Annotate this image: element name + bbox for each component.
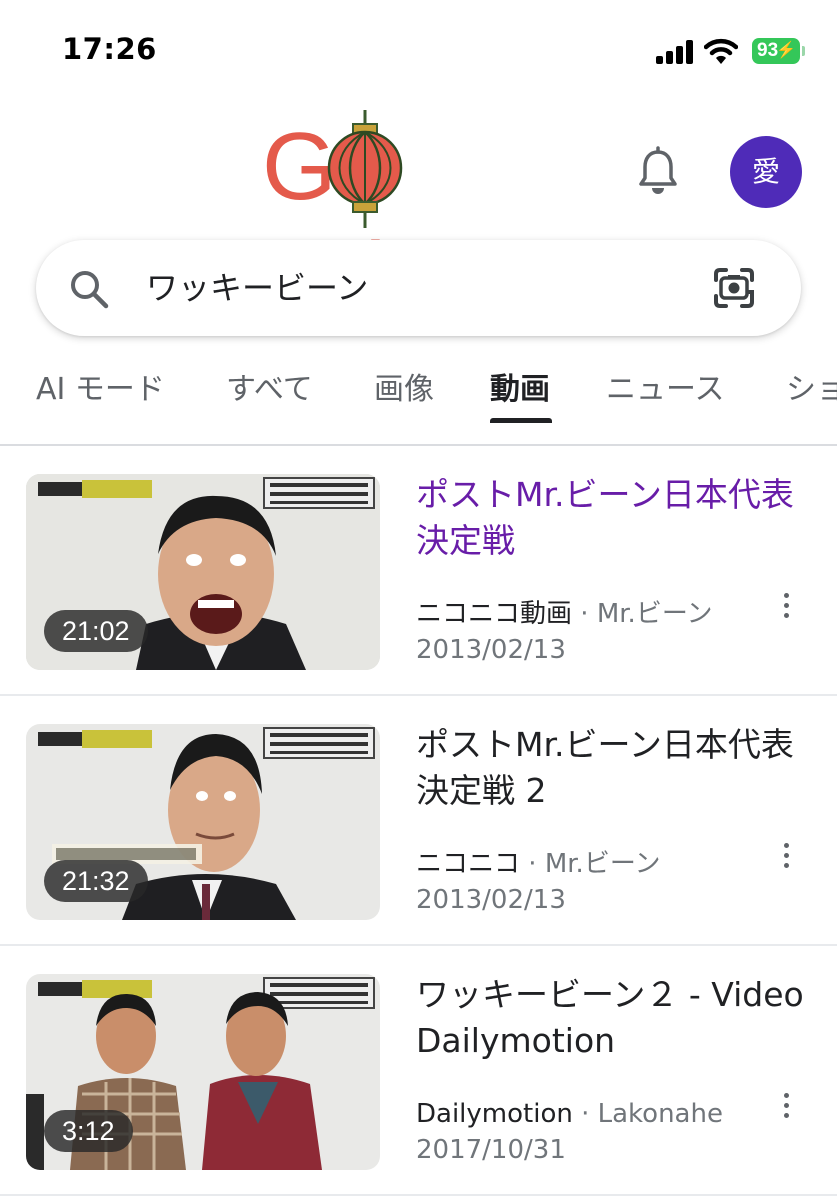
result-author: Mr.ビーン <box>596 599 713 629</box>
tab-images[interactable]: 画像 <box>374 370 434 410</box>
result-source: ニコニコ動画 <box>416 599 573 629</box>
tab-news[interactable]: ニュース <box>606 370 725 410</box>
notifications-bell-icon[interactable] <box>636 146 680 196</box>
battery-level: 93 <box>757 40 779 61</box>
result-meta: Dailymotion · Lakonahe 2017/10/31 <box>416 1099 723 1165</box>
wifi-icon <box>704 38 738 64</box>
more-options-icon[interactable] <box>778 840 794 872</box>
cellular-signal-icon <box>656 40 696 64</box>
video-thumbnail[interactable]: 3:12 <box>26 974 380 1170</box>
result-title[interactable]: ポストMr.ビーン日本代表決定戦 <box>416 472 806 564</box>
status-bar: 17:26 93 ⚡ <box>0 0 837 100</box>
account-avatar[interactable]: 愛 <box>730 136 802 208</box>
video-result[interactable]: 21:32 ポストMr.ビーン日本代表決定戦 2 ニコニコ · Mr.ビーン 2… <box>0 696 837 946</box>
tab-videos[interactable]: 動画 <box>490 370 550 410</box>
google-doodle-logo[interactable]: Gogle <box>262 110 582 330</box>
video-thumbnail[interactable]: 21:32 <box>26 724 380 920</box>
result-title[interactable]: ワッキービーン２ - Video Dailymotion <box>416 972 806 1064</box>
video-duration: 3:12 <box>44 1110 133 1152</box>
tab-ai-mode[interactable]: AI モード <box>36 370 165 410</box>
result-author: Mr.ビーン <box>544 849 661 879</box>
more-options-icon[interactable] <box>778 1090 794 1122</box>
search-tabs: AI モード すべて 画像 動画 ニュース ショ <box>0 360 837 446</box>
tab-shopping[interactable]: ショ <box>786 370 837 410</box>
result-date: 2013/02/13 <box>416 635 566 665</box>
tab-all[interactable]: すべて <box>226 370 313 410</box>
result-date: 2017/10/31 <box>416 1135 566 1165</box>
result-title[interactable]: ポストMr.ビーン日本代表決定戦 2 <box>416 722 806 814</box>
result-source: Dailymotion <box>416 1099 573 1129</box>
video-thumbnail[interactable]: 21:02 <box>26 474 380 670</box>
status-time: 17:26 <box>62 32 157 66</box>
result-source: ニコニコ <box>416 849 521 879</box>
search-icon[interactable] <box>68 268 110 310</box>
google-lens-icon[interactable] <box>712 266 756 310</box>
search-bar[interactable]: ワッキービーン <box>36 240 801 336</box>
video-result[interactable]: 21:02 ポストMr.ビーン日本代表決定戦 ニコニコ動画 · Mr.ビーン 2… <box>0 446 837 696</box>
video-duration: 21:02 <box>44 610 148 652</box>
battery-indicator: 93 ⚡ <box>752 38 805 64</box>
search-input[interactable]: ワッキービーン <box>146 268 368 308</box>
result-meta: ニコニコ動画 · Mr.ビーン 2013/02/13 <box>416 599 713 665</box>
video-duration: 21:32 <box>44 860 148 902</box>
result-date: 2013/02/13 <box>416 885 566 915</box>
result-meta: ニコニコ · Mr.ビーン 2013/02/13 <box>416 849 661 915</box>
charging-icon: ⚡ <box>776 42 796 59</box>
active-tab-indicator <box>490 418 552 423</box>
result-author: Lakonahe <box>597 1099 723 1129</box>
video-result[interactable]: 3:12 ワッキービーン２ - Video Dailymotion Dailym… <box>0 946 837 1196</box>
lantern-icon <box>327 110 403 228</box>
more-options-icon[interactable] <box>778 590 794 622</box>
